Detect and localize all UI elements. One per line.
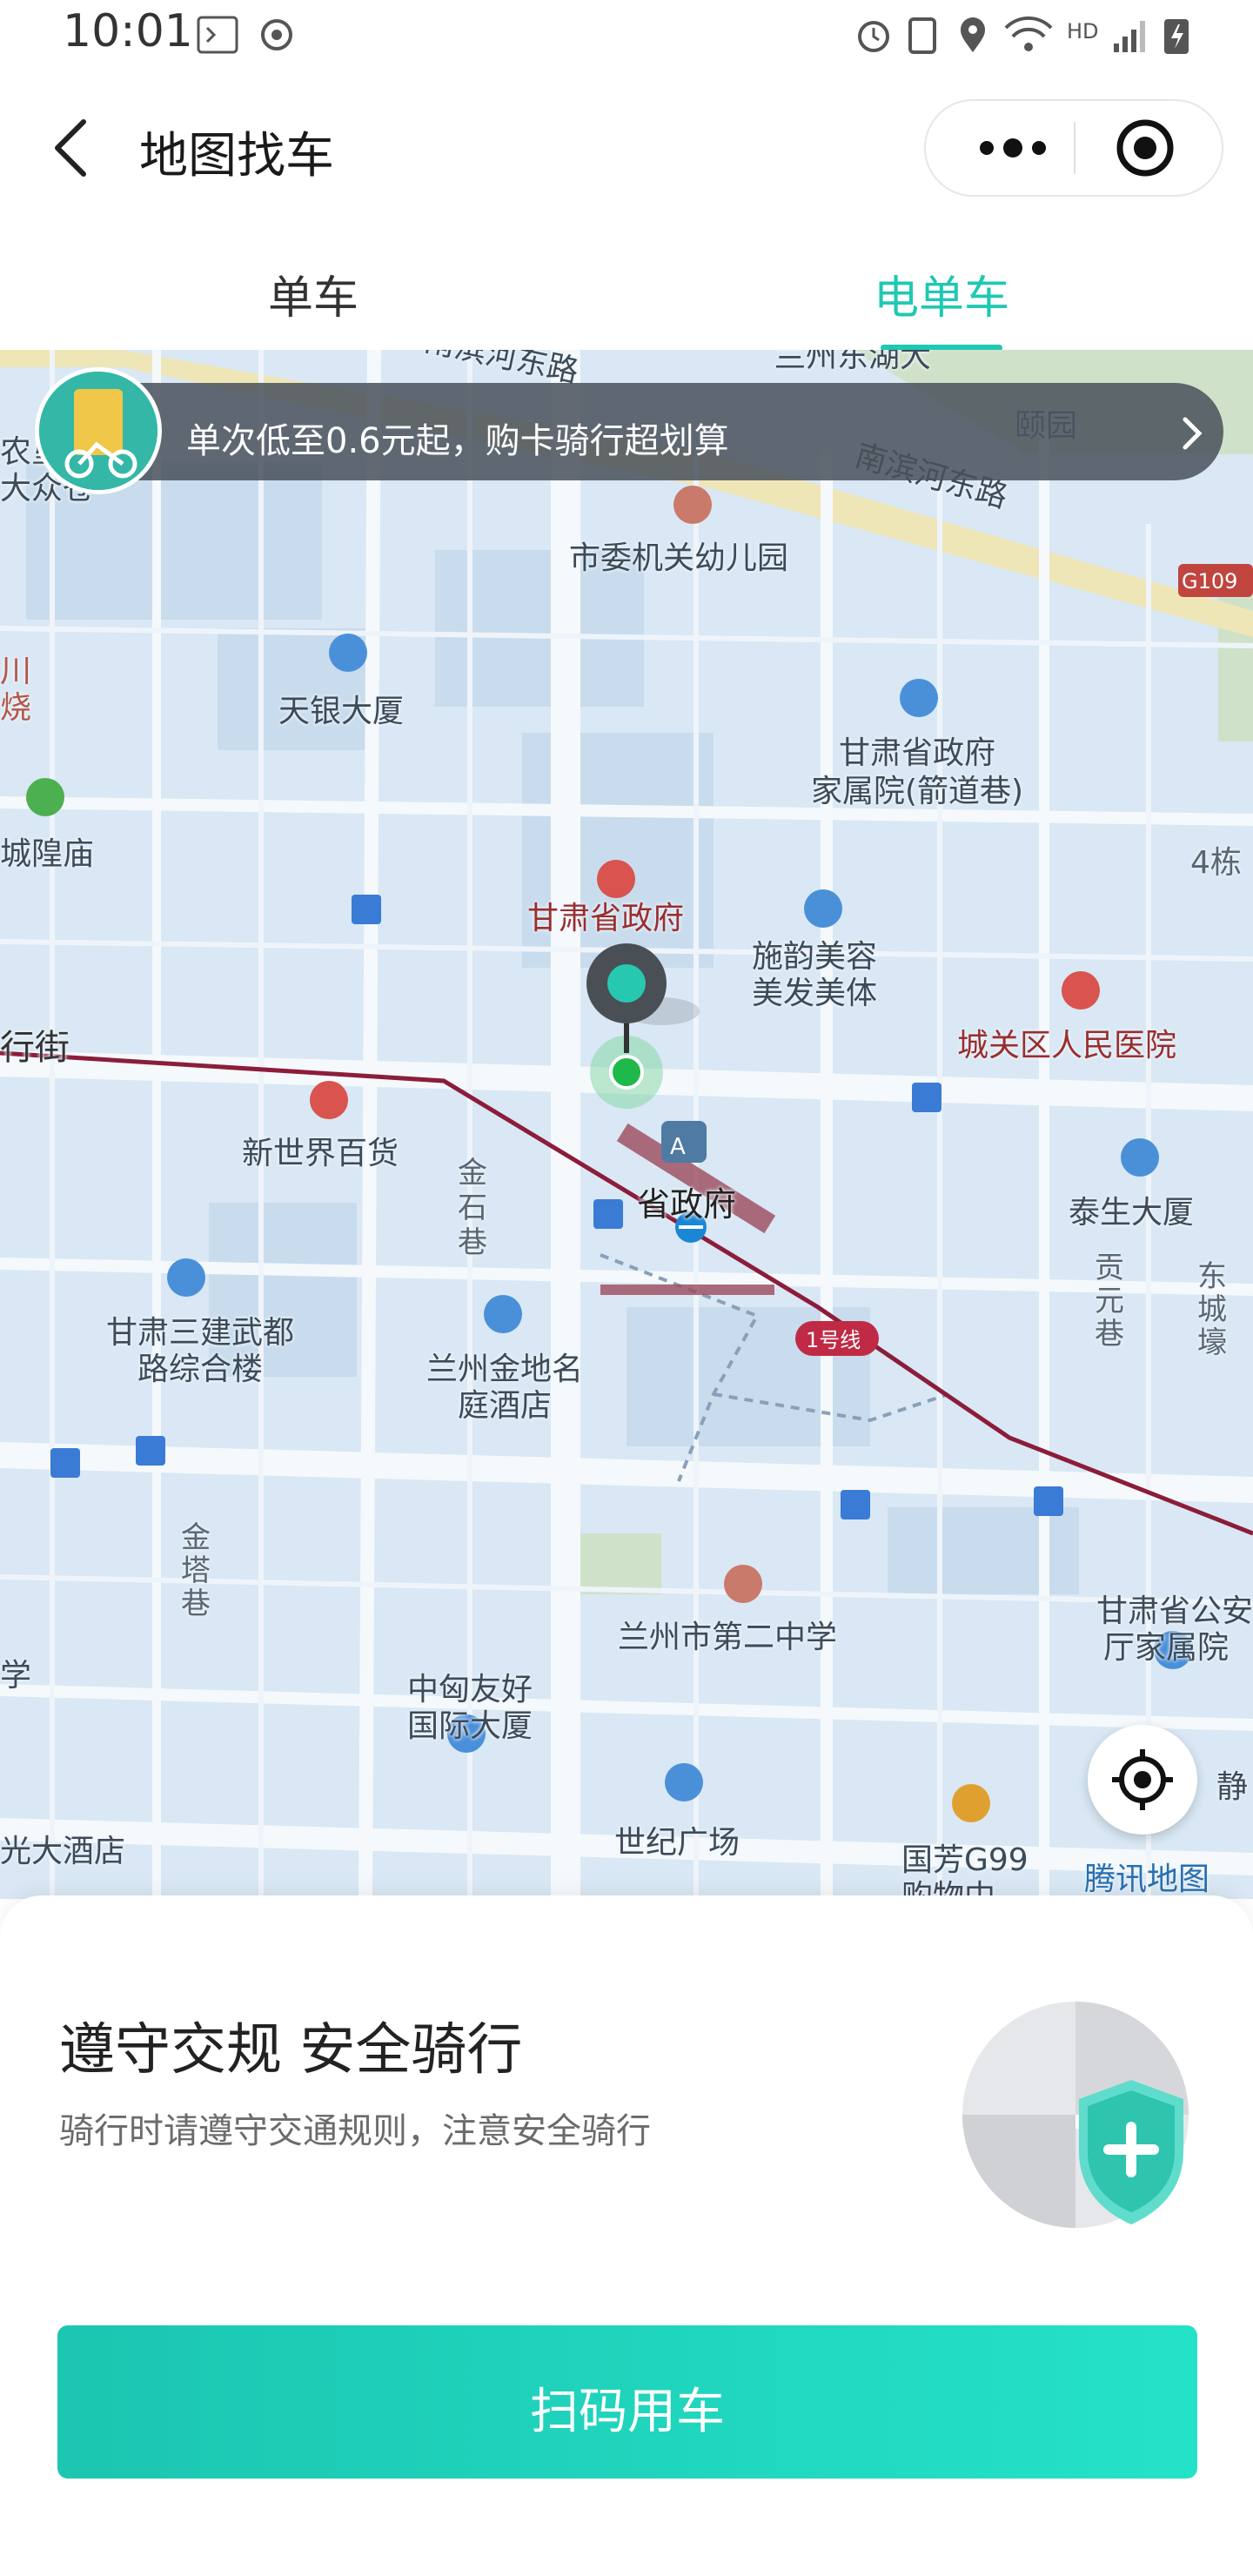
map-label-poi: 甘肃省政府 xyxy=(838,735,995,771)
map-label-poi: 兰州市第二中学 xyxy=(618,1620,838,1655)
map-label-poi: 路综合楼 xyxy=(137,1352,263,1387)
battery-icon xyxy=(1164,19,1189,54)
network-type-label: HD xyxy=(1067,19,1099,44)
tab-bike[interactable]: 单车 xyxy=(183,261,444,326)
map-label-metro-line: 1号线 xyxy=(806,1328,861,1352)
tencent-map-logo: 腾讯地图 xyxy=(1084,1862,1210,1897)
map-label-poi: 甘肃三建武都 xyxy=(105,1315,294,1351)
map-label-poi: 国芳G99 xyxy=(901,1842,1029,1878)
map-canvas xyxy=(0,350,1253,1899)
tab-ebike[interactable]: 电单车 xyxy=(811,261,1072,326)
map-label-metro-station: 省政府 xyxy=(637,1185,737,1224)
map-label-poi: 新世界百货 xyxy=(242,1136,399,1171)
safety-shield-icon xyxy=(962,2002,1189,2228)
sync-icon xyxy=(261,19,292,50)
app-notification-icon xyxy=(197,16,238,54)
status-bar: 10:01 HD xyxy=(0,0,1253,73)
status-time: 10:01 xyxy=(63,5,193,57)
map-label-poi: 庭酒店 xyxy=(457,1388,552,1424)
map-label-road: 东城壕 xyxy=(1197,1259,1227,1360)
map-label-metro-exit: A xyxy=(670,1134,686,1160)
bike-promo-icon xyxy=(39,372,157,490)
map-label-poi: 甘肃省政府 xyxy=(527,901,685,936)
mini-program-capsule xyxy=(924,99,1223,197)
map-label-road: 金石巷 xyxy=(458,1156,487,1260)
map-label-poi: 甘肃省公安 xyxy=(1096,1593,1253,1629)
locate-me-button[interactable] xyxy=(1088,1725,1197,1835)
safety-subtitle: 骑行时请遵守交通规则，注意安全骑行 xyxy=(59,2111,651,2151)
map-label-road: 行街 xyxy=(0,1028,70,1068)
map-label-poi: 光大酒店 xyxy=(0,1834,126,1869)
back-icon[interactable] xyxy=(38,113,108,183)
map-label-poi: 天银大厦 xyxy=(278,694,405,729)
map-label-poi: 中匈友好 xyxy=(406,1672,533,1707)
location-icon xyxy=(961,17,985,52)
page-title: 地图找车 xyxy=(139,128,334,184)
promo-illustration xyxy=(35,367,162,494)
close-mini-program-icon[interactable] xyxy=(1084,108,1206,188)
map-label-road: 金塔巷 xyxy=(181,1520,211,1621)
scan-to-ride-button[interactable]: 扫码用车 xyxy=(57,2325,1197,2479)
map-label-route: G109 xyxy=(1182,569,1238,594)
map-label-poi: 国际大厦 xyxy=(406,1708,533,1744)
map-label-poi: 世纪广场 xyxy=(614,1825,740,1861)
map-label-poi: 城关区人民医院 xyxy=(957,1028,1177,1063)
map-label-poi: 美发美体 xyxy=(752,976,878,1011)
map-label-poi: 静 xyxy=(1216,1769,1249,1805)
map-label-road: 贡元巷 xyxy=(1095,1251,1124,1352)
map-label-poi: 施韵美容 xyxy=(752,939,878,975)
more-icon[interactable] xyxy=(943,111,1065,184)
signal-icon xyxy=(1114,21,1145,52)
map-label-poi: 泰生大厦 xyxy=(1069,1195,1195,1231)
map-label-poi: 烧 xyxy=(0,690,32,726)
battery-saver-icon xyxy=(908,17,936,54)
map-label-poi: 市委机关幼儿园 xyxy=(569,540,789,576)
safety-title: 遵守交规 安全骑行 xyxy=(59,2018,523,2083)
map-label-poi: 兰州金地名 xyxy=(425,1352,583,1387)
capsule-divider xyxy=(1074,122,1075,174)
promo-text: 单次低至0.6元起，购卡骑行超划算 xyxy=(186,421,729,461)
map-label-poi: 兰州东湖大 xyxy=(774,350,932,374)
map-label-poi: 城隍庙 xyxy=(0,836,95,872)
bottom-sheet: 遵守交规 安全骑行 骑行时请遵守交通规则，注意安全骑行 扫码用车 xyxy=(0,1895,1253,2576)
map-label-poi: 厅家属院 xyxy=(1102,1630,1229,1666)
map-label-poi: 学 xyxy=(0,1658,32,1694)
map-view[interactable]: 南滨河东路 兰州东湖大 南滨河东路 颐园 G109 市委机关幼儿园 农垦 大众苍… xyxy=(0,350,1253,1899)
scan-button-label: 扫码用车 xyxy=(530,2384,725,2440)
map-label-poi: 家属院(箭道巷) xyxy=(810,774,1024,809)
map-label-building: 4栋 xyxy=(1190,845,1242,881)
alarm-icon xyxy=(858,21,889,52)
map-label-poi: 川 xyxy=(0,654,32,689)
vehicle-tab-bar: 单车 电单车 xyxy=(0,226,1253,351)
crosshair-icon xyxy=(1112,1749,1173,1810)
chevron-right-icon[interactable] xyxy=(1171,413,1213,454)
title-bar: 地图找车 xyxy=(0,73,1253,226)
wifi-icon xyxy=(1004,16,1053,51)
